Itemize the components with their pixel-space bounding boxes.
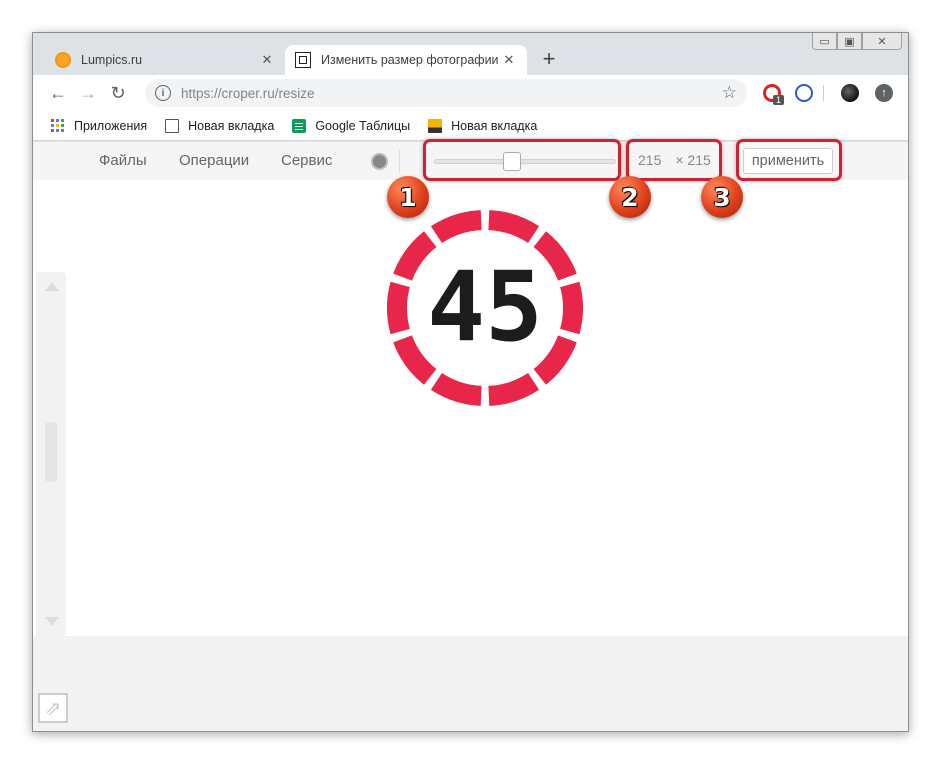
menu-divider <box>399 150 400 172</box>
language-globe-icon[interactable] <box>371 153 388 170</box>
tab-croper[interactable]: Изменить размер фотографии ✕ <box>285 45 527 75</box>
menu-operations[interactable]: Операции <box>179 152 249 169</box>
address-bar[interactable]: i https://croper.ru/resize ☆ <box>145 79 747 107</box>
ring-segment <box>488 373 540 406</box>
resize-icon[interactable]: ⇗ <box>38 693 68 723</box>
marker-1: 1 <box>387 176 429 218</box>
bookmark-label: Новая вкладка <box>188 118 275 133</box>
scroll-up-icon[interactable] <box>45 282 59 291</box>
bookmark-label: Google Таблицы <box>315 118 411 133</box>
bookmark-new-tab-2[interactable]: Новая вкладка <box>428 118 538 133</box>
page-content: Файлы Операции Сервис 215 × 215 применит… <box>33 142 908 731</box>
toolbar-divider <box>823 85 824 101</box>
ring-segment <box>488 210 540 243</box>
tab-title: Изменить размер фотографии <box>321 53 499 67</box>
forward-icon[interactable]: → <box>73 78 103 108</box>
info-icon[interactable]: i <box>155 85 171 101</box>
menu-service[interactable]: Сервис <box>281 152 332 169</box>
close-tab-icon[interactable]: ✕ <box>501 52 517 68</box>
side-panel-label <box>45 422 57 482</box>
bookmark-star-icon[interactable]: ☆ <box>722 83 737 103</box>
bookmark-label: Новая вкладка <box>451 118 538 133</box>
new-tab-button[interactable]: + <box>537 48 561 72</box>
tab-lumpics[interactable]: Lumpics.ru ✕ <box>45 45 285 75</box>
marker-2: 2 <box>609 176 651 218</box>
bookmark-apps[interactable]: Приложения <box>51 118 148 133</box>
uploaded-image: 45 <box>386 210 584 406</box>
bookmark-google-sheets[interactable]: Google Таблицы <box>292 118 411 133</box>
update-icon[interactable]: ↑ <box>875 84 893 102</box>
ring-segment <box>430 373 482 406</box>
sheets-icon <box>292 118 307 133</box>
page-icon <box>165 118 180 133</box>
browser-window: ▭ ▣ ✕ Lumpics.ru ✕ Изменить размер фотог… <box>32 32 909 732</box>
back-icon[interactable]: ← <box>43 78 73 108</box>
bottom-area <box>33 636 908 731</box>
url-text[interactable]: https://croper.ru/resize <box>181 86 315 101</box>
lumpics-favicon-icon <box>55 52 71 68</box>
scroll-down-icon[interactable] <box>45 617 59 626</box>
image-icon <box>428 118 443 133</box>
marker-3: 3 <box>701 176 743 218</box>
ring-segment <box>386 281 410 335</box>
ring-segment <box>560 281 584 335</box>
profile-avatar[interactable] <box>841 84 859 102</box>
extension-badge: 1 <box>773 95 785 105</box>
side-panel <box>36 272 66 636</box>
globe-extension-icon[interactable] <box>795 84 813 102</box>
highlight-apply <box>736 139 842 181</box>
tab-title: Lumpics.ru <box>81 53 143 67</box>
bookmark-label: Приложения <box>74 118 148 133</box>
tab-strip: Lumpics.ru ✕ Изменить размер фотографии … <box>33 45 908 75</box>
highlight-size <box>626 139 722 181</box>
image-number: 45 <box>427 251 543 363</box>
menu-files[interactable]: Файлы <box>99 152 147 169</box>
apps-grid-icon <box>51 118 65 133</box>
bookmark-new-tab[interactable]: Новая вкладка <box>165 118 275 133</box>
close-tab-icon[interactable]: ✕ <box>259 52 275 68</box>
browser-toolbar: ← → ↻ i https://croper.ru/resize ☆ 1 ↑ <box>33 75 908 111</box>
ring-segment <box>430 210 482 243</box>
crop-favicon-icon <box>295 52 311 68</box>
highlight-slider <box>423 139 621 181</box>
bookmarks-bar: Приложения Новая вкладка Google Таблицы … <box>33 111 908 141</box>
reload-icon[interactable]: ↻ <box>103 78 133 108</box>
